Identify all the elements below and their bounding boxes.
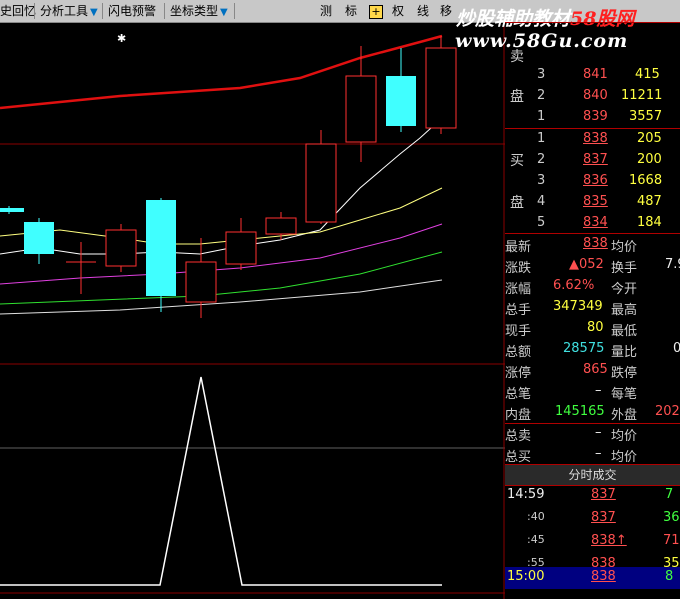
dropdown-arrow-icon: ▼ [220,7,228,18]
quote-row-inner-outer: 内盘 145165 外盘 202 [505,404,680,423]
mark-label: 标 [345,4,358,18]
candle-body-up [225,231,257,265]
move-label: 移 [440,4,453,18]
toolbar-divider [34,3,35,19]
sell-side-label-top: 卖 [510,49,524,65]
sell-level-row[interactable]: 1 839 3557 [505,108,680,128]
measure-label: 测 [320,4,333,18]
candle-body-up [345,75,377,143]
ma-gray-line [0,279,443,315]
line-button[interactable]: 线 [417,2,429,20]
flash-alert-button[interactable]: 闪电预警 [108,2,156,20]
candles [0,36,457,318]
trade-row: :40 837 36 [527,510,680,525]
candle-body-up [305,143,337,223]
candle-body-up [185,261,217,303]
coord-type-menu[interactable]: 坐标类型 ▼ [170,2,228,20]
quote-row-pct: 涨幅 6.62% 今开 [505,278,638,297]
plus-icon: + [369,4,383,19]
toolbar-divider [164,3,165,19]
toolbar-divider [102,3,103,19]
analysis-tools-menu[interactable]: 分析工具 ▼ [40,2,98,20]
line-label: 线 [417,4,430,18]
divider [505,233,680,234]
divider [505,128,680,129]
quote-row-latest: 最新 838 均价 [505,236,638,255]
star-marker: ✱ [117,32,126,45]
candle-body-up [265,217,297,235]
quote-row-volume: 总手 347349 最高 [505,299,638,318]
quote-row-change: 涨跌▲052换手7.9 [505,257,680,276]
weight-label: 权 [392,4,405,18]
trade-row-selected: 15:00 838 8 [505,567,680,589]
candle-body-down [146,200,176,296]
mark-button[interactable]: 标 [345,2,357,20]
divider [505,22,680,23]
trade-row: :45 838↑ 71 [527,533,680,548]
ma-green-line [0,251,443,305]
history-replay-menu[interactable]: 史回忆 [0,2,36,20]
buy-level-row[interactable]: 4 835 487 [505,193,680,213]
history-label: 史回忆 [0,4,37,18]
quote-row-amount: 总额 28575 量比 0 [505,341,680,360]
quote-row-limits: 涨停 865 跌停 [505,362,638,381]
quote-row-total-buy: 总买 – 均价 [505,446,638,465]
buy-level-row[interactable]: 3 836 1668 [505,172,680,192]
candle-body-up [105,229,137,267]
weight-button[interactable]: 权 [392,2,404,20]
trades-tab[interactable]: 分时成交 [505,464,680,486]
quote-row-current: 现手 80 最低 [505,320,638,339]
candlestick-chart[interactable]: ✱ [0,22,505,599]
candle-body-down [0,208,24,212]
measure-button[interactable]: 测 [320,2,332,20]
sell-level-row[interactable]: 3 841 415 [505,66,680,86]
sell-level-row[interactable]: 2 840 11211 [505,87,680,107]
quote-panel: 卖 盘 3 841 415 2 840 11211 1 839 3557 买 盘 1 838 2… [505,22,680,599]
ma-yellow-line [0,187,443,245]
zoom-in-button[interactable]: + [369,2,383,20]
move-button[interactable]: 移 [440,2,452,20]
quote-row-total-sell: 总卖 – 均价 [505,425,638,444]
dropdown-arrow-icon: ▼ [90,7,98,18]
candle-body-down [24,222,54,254]
quote-row-deals: 总笔 – 每笔 [505,383,638,402]
candle-body-down [386,76,416,126]
indicator-line [0,376,442,586]
flash-alert-label: 闪电预警 [108,4,157,18]
coord-type-label: 坐标类型 [170,4,219,18]
trade-row: 14:59 837 7 [507,487,674,502]
indicator-panel [0,376,442,586]
buy-level-row[interactable]: 5 834 184 [505,214,680,234]
buy-level-row[interactable]: 1 838 205 [505,130,680,150]
buy-level-row[interactable]: 2 837 200 [505,151,680,171]
ma-purple-line [0,223,443,285]
toolbar-divider [234,3,235,19]
analysis-tools-label: 分析工具 [40,4,89,18]
candle-body-up [425,47,457,129]
